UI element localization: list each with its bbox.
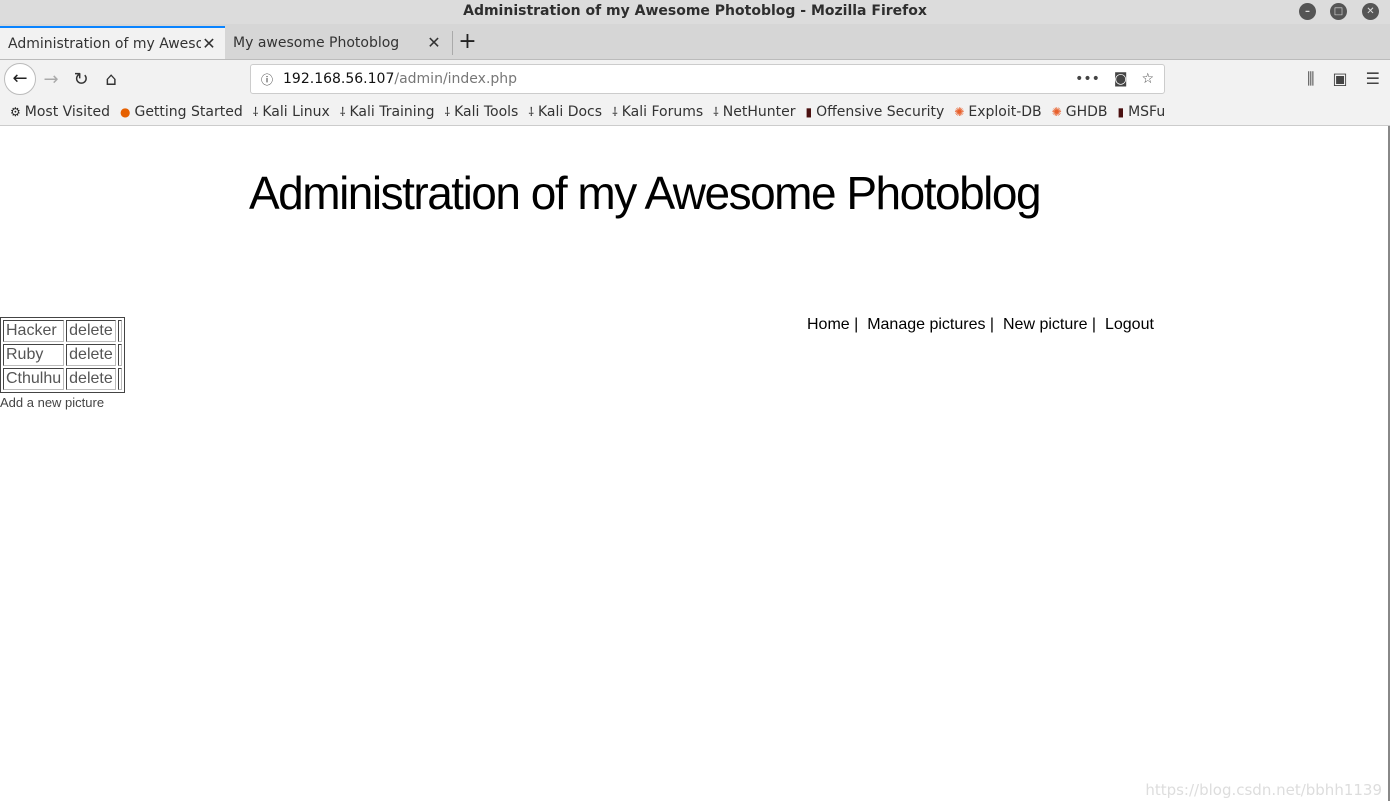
bookmark-label: GHDB — [1065, 103, 1108, 120]
menu-home[interactable]: Home — [807, 316, 850, 333]
url-host: 192.168.56.107 — [283, 71, 395, 87]
reload-button[interactable]: ↻ — [66, 69, 96, 90]
picture-name: Hacker — [3, 320, 65, 342]
bookmark-label: Getting Started — [134, 103, 243, 120]
gear-icon: ⚙ — [10, 104, 21, 119]
kali-icon: ⸸ — [252, 105, 259, 119]
watermark: https://blog.csdn.net/bbhh1139 — [1145, 781, 1382, 799]
bookmark-label: Kali Docs — [537, 103, 603, 120]
bookmark-item[interactable]: ▮ Offensive Security — [806, 104, 945, 120]
info-icon[interactable]: ⓘ — [261, 71, 273, 88]
bookmark-label: Kali Training — [349, 103, 435, 120]
pictures-table: Hacker delete Ruby delete Cthulhu delete — [0, 317, 125, 393]
page-content: Administration of my Awesome Photoblog H… — [0, 126, 1388, 798]
bookmark-label: Offensive Security — [816, 103, 945, 120]
bookmark-item[interactable]: ✺ Exploit-DB — [954, 104, 1041, 120]
delete-link[interactable]: delete — [66, 320, 116, 342]
bookmark-item[interactable]: ⸸ Kali Docs — [528, 103, 602, 120]
tab-admin[interactable]: Administration of my Awesome Photoblog✕ — [0, 26, 225, 59]
bookmark-item[interactable]: ⸸ Kali Forums — [612, 103, 703, 120]
bookmark-item[interactable]: ● Getting Started — [120, 104, 243, 120]
tab-label: My awesome Photoblog — [233, 34, 400, 51]
kali-icon: ⸸ — [612, 105, 618, 119]
forward-button[interactable]: → — [36, 69, 66, 90]
url-path: /admin/index.php — [394, 71, 518, 87]
menu-new-picture[interactable]: New picture — [1003, 316, 1087, 333]
exploitdb-icon: ✺ — [1051, 104, 1062, 119]
bookmark-item[interactable]: ▮ MSFu — [1117, 104, 1165, 120]
tab-bar: Administration of my Awesome Photoblog✕ … — [0, 24, 1390, 60]
nav-bar: ← → ↻ ⌂ ⓘ 192.168.56.107/admin/index.php … — [0, 60, 1390, 98]
bookmark-item[interactable]: ⸸ Kali Training — [340, 103, 435, 120]
admin-menu: Home | Manage pictures | New picture | L… — [807, 316, 1154, 333]
window-title: Administration of my Awesome Photoblog -… — [463, 3, 927, 19]
bookmark-item[interactable]: ⸸ NetHunter — [713, 103, 795, 120]
more-icon[interactable]: ••• — [1075, 71, 1100, 87]
picture-cell — [117, 368, 122, 390]
bookmark-label: Kali Tools — [454, 103, 519, 120]
kali-icon: ⸸ — [528, 105, 534, 119]
table-row: Ruby delete — [3, 344, 122, 366]
picture-cell — [117, 344, 122, 366]
tab-label: Administration of my Awesome Photoblog — [8, 35, 201, 52]
table-row: Cthulhu delete — [3, 368, 122, 390]
firefox-icon: ● — [119, 104, 131, 119]
sidebar-icon[interactable]: ▣ — [1333, 69, 1348, 89]
bookmark-label: NetHunter — [722, 103, 796, 120]
bookmark-item[interactable]: ⸸ Kali Tools — [444, 103, 518, 120]
minimize-icon[interactable]: – — [1299, 3, 1316, 20]
kali-icon: ⸸ — [339, 105, 346, 119]
picture-name: Cthulhu — [3, 368, 65, 390]
offsec-icon: ▮ — [805, 104, 813, 119]
offsec-icon: ▮ — [1117, 104, 1125, 119]
close-tab-icon[interactable]: ✕ — [426, 33, 442, 52]
url-bar[interactable]: ⓘ 192.168.56.107/admin/index.php ••• ◙ ☆ — [250, 64, 1165, 94]
bookmark-label: Kali Forums — [621, 103, 704, 120]
new-tab-button[interactable]: + — [452, 31, 482, 55]
page-title: Administration of my Awesome Photoblog — [249, 167, 1042, 219]
menu-logout[interactable]: Logout — [1105, 316, 1154, 333]
maximize-icon[interactable]: □ — [1330, 3, 1347, 20]
close-window-icon[interactable]: ✕ — [1362, 3, 1379, 20]
menu-icon[interactable]: ☰ — [1366, 69, 1380, 89]
bookmark-label: Most Visited — [24, 103, 110, 120]
bookmark-star-icon[interactable]: ☆ — [1141, 71, 1154, 87]
table-row: Hacker delete — [3, 320, 122, 342]
delete-link[interactable]: delete — [66, 344, 116, 366]
pocket-icon[interactable]: ◙ — [1114, 71, 1128, 87]
bookmark-item[interactable]: ⚙ Most Visited — [10, 104, 110, 120]
picture-name: Ruby — [3, 344, 65, 366]
bookmark-item[interactable]: ⸸ Kali Linux — [253, 103, 330, 120]
exploitdb-icon: ✺ — [954, 104, 965, 119]
delete-link[interactable]: delete — [66, 368, 116, 390]
home-button[interactable]: ⌂ — [96, 69, 126, 90]
kali-icon: ⸸ — [713, 105, 719, 119]
add-picture-link[interactable]: Add a new picture — [0, 395, 104, 410]
kali-icon: ⸸ — [444, 105, 451, 119]
bookmark-label: Kali Linux — [262, 103, 330, 120]
tab-photoblog[interactable]: My awesome Photoblog ✕ — [225, 26, 450, 59]
menu-manage-pictures[interactable]: Manage pictures — [867, 316, 985, 333]
bookmark-label: Exploit-DB — [968, 103, 1042, 120]
close-tab-icon[interactable]: ✕ — [201, 34, 217, 53]
library-icon[interactable]: ⫼ — [1307, 69, 1314, 89]
bookmark-item[interactable]: ✺ GHDB — [1052, 104, 1108, 120]
bookmark-label: MSFu — [1128, 103, 1166, 120]
window-titlebar: Administration of my Awesome Photoblog -… — [0, 0, 1390, 24]
back-button[interactable]: ← — [4, 63, 36, 95]
picture-cell — [117, 320, 122, 342]
bookmarks-toolbar: ⚙ Most Visited ● Getting Started ⸸ Kali Linux… — [0, 98, 1390, 126]
